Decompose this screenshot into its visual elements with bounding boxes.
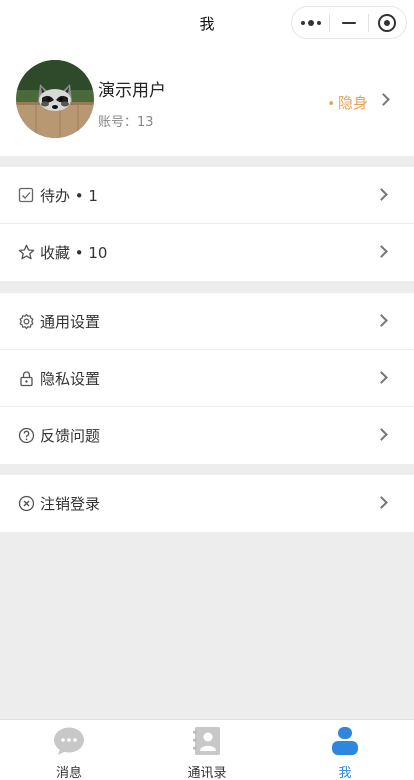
mini-program-capsule xyxy=(291,6,407,39)
menu-item-feedback[interactable]: 反馈问题 xyxy=(0,407,414,464)
tab-messages[interactable]: 消息 xyxy=(0,720,138,780)
profile-account: 账号：13 xyxy=(98,115,154,130)
chevron-right-icon xyxy=(375,188,388,201)
menu-item-favorites[interactable]: 收藏 • 10 xyxy=(0,224,414,281)
user-icon xyxy=(332,727,358,755)
profile-name: 演示用户 xyxy=(98,81,166,101)
chevron-right-icon xyxy=(377,93,390,106)
chevron-right-icon xyxy=(375,428,388,441)
star-icon xyxy=(18,244,35,260)
minimize-icon xyxy=(341,21,356,24)
status-label: 隐身 xyxy=(337,94,368,112)
status-dot: • xyxy=(327,97,335,112)
menu-item-label: 隐私设置 xyxy=(40,370,101,388)
chevron-right-icon xyxy=(375,245,388,258)
menu-item-label: 收藏 • 10 xyxy=(40,244,108,262)
menu-group-settings: 通用设置 隐私设置 反馈问题 xyxy=(0,293,414,464)
tab-contacts[interactable]: 通讯录 xyxy=(138,720,276,780)
target-circle-icon xyxy=(378,13,397,32)
contacts-book-icon xyxy=(193,727,220,755)
menu-item-label: 注销登录 xyxy=(40,495,101,513)
menu-group-account: 注销登录 xyxy=(0,475,414,532)
tab-label: 消息 xyxy=(55,766,82,780)
menu-item-todo[interactable]: 待办 • 1 xyxy=(0,167,414,224)
raccoon-avatar-image xyxy=(16,60,94,138)
close-circle-icon xyxy=(18,495,35,512)
chevron-right-icon xyxy=(375,314,388,327)
nav-bar: 我 xyxy=(0,0,414,46)
avatar[interactable] xyxy=(16,60,94,138)
tab-bar: 消息 通讯录 我 xyxy=(0,719,414,780)
more-dots-icon xyxy=(300,19,321,26)
menu-group-tasks: 待办 • 1 收藏 • 10 xyxy=(0,167,414,281)
close-miniprogram-button[interactable] xyxy=(369,7,406,38)
tab-label: 通讯录 xyxy=(187,766,227,780)
menu-item-general-settings[interactable]: 通用设置 xyxy=(0,293,414,350)
minimize-button[interactable] xyxy=(330,7,367,38)
status-toggle[interactable]: • 隐身 xyxy=(327,92,368,113)
gear-icon xyxy=(19,313,34,330)
tab-label: 我 xyxy=(338,766,352,780)
chevron-right-icon xyxy=(375,496,388,509)
tab-me[interactable]: 我 xyxy=(276,720,414,780)
menu-item-label: 反馈问题 xyxy=(40,427,101,445)
menu-item-label: 通用设置 xyxy=(40,313,101,331)
lock-icon xyxy=(20,371,33,387)
checkbox-icon xyxy=(18,187,34,203)
profile-card[interactable]: 演示用户 账号：13 • 隐身 xyxy=(0,46,414,156)
question-circle-icon xyxy=(18,427,35,444)
menu-item-logout[interactable]: 注销登录 xyxy=(0,475,414,532)
chat-bubble-icon xyxy=(54,727,84,755)
chevron-right-icon xyxy=(375,371,388,384)
menu-item-label: 待办 • 1 xyxy=(40,187,98,205)
menu-item-privacy-settings[interactable]: 隐私设置 xyxy=(0,350,414,407)
more-button[interactable] xyxy=(292,7,329,38)
